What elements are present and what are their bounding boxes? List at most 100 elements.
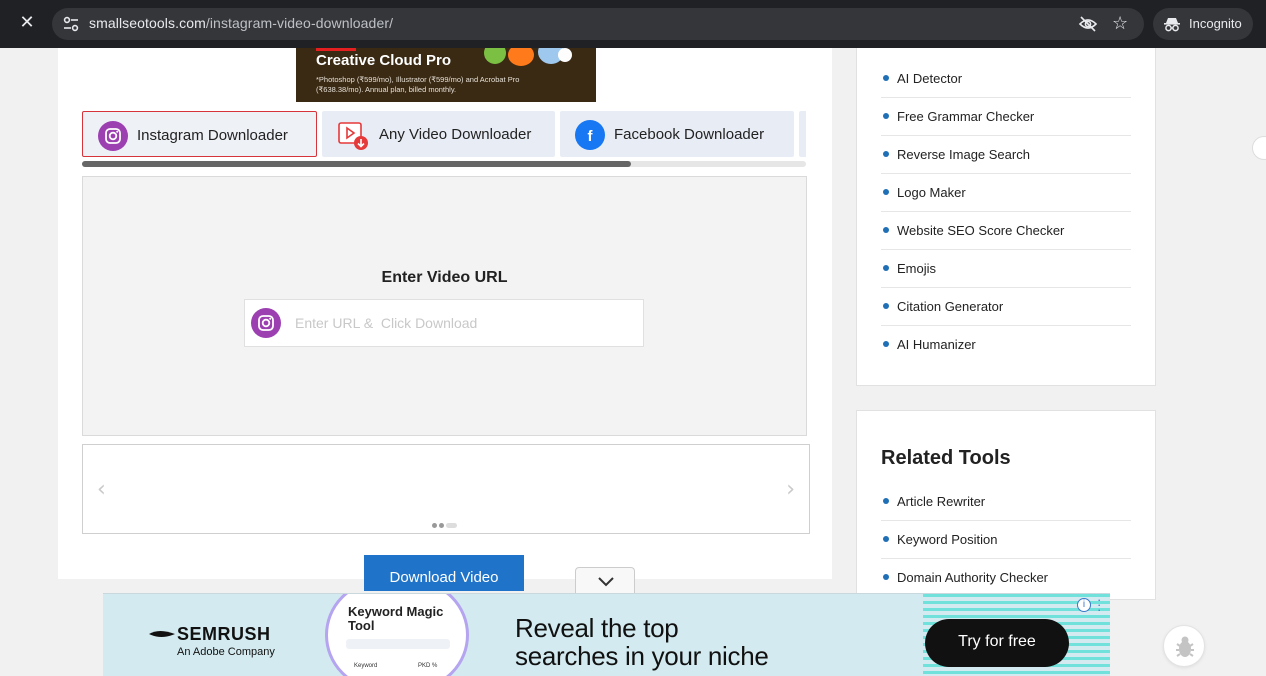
- ad-red-strip: [316, 48, 356, 51]
- sidebar-item-citation-generator[interactable]: Citation Generator: [881, 288, 1131, 326]
- url-domain: smallseotools.com: [89, 15, 206, 31]
- url-path: /instagram-video-downloader/: [205, 15, 394, 31]
- related-item-label: Domain Authority Checker: [897, 570, 1049, 585]
- incognito-label: Incognito: [1189, 16, 1242, 31]
- sidebar-item-label: AI Humanizer: [897, 337, 976, 352]
- chevron-right-icon[interactable]: ›: [786, 477, 795, 502]
- tool-box: Enter Video URL: [82, 176, 807, 436]
- sidebar-item-label: Citation Generator: [897, 299, 1004, 314]
- related-tools-list: Article Rewriter Keyword Position Domain…: [881, 483, 1131, 597]
- related-item-article-rewriter[interactable]: Article Rewriter: [881, 483, 1131, 521]
- side-panel-toggle[interactable]: [1252, 136, 1266, 160]
- sidebar-item-label: Emojis: [897, 261, 937, 276]
- carousel-dot[interactable]: [446, 523, 457, 528]
- product-mockup: Keyword Magic Tool Keyword PKD %: [325, 594, 469, 676]
- ad-carousel: ‹ ›: [82, 444, 810, 534]
- sidebar-item-seo-score-checker[interactable]: Website SEO Score Checker: [881, 212, 1131, 250]
- related-item-label: Keyword Position: [897, 532, 998, 547]
- incognito-icon: [1164, 18, 1180, 32]
- ad-headline-line: Reveal the top: [515, 613, 679, 643]
- mockup-label: PKD %: [418, 663, 438, 669]
- bug-report-button[interactable]: [1163, 625, 1205, 667]
- mockup-input: [346, 639, 450, 649]
- related-tools-card: Related Tools Article Rewriter Keyword P…: [856, 410, 1156, 600]
- svg-text:f: f: [588, 128, 594, 145]
- tab-any-video-downloader[interactable]: Any Video Downloader: [322, 111, 555, 157]
- tab-label: Instagram Downloader: [137, 127, 288, 144]
- mockup-title: Keyword Magic Tool: [348, 604, 444, 633]
- semrush-flame-icon: [149, 631, 175, 637]
- sidebar-item-ai-detector[interactable]: AI Detector: [881, 60, 1131, 98]
- site-settings-icon[interactable]: [62, 15, 80, 33]
- instagram-icon: [251, 308, 281, 338]
- related-item-keyword-position[interactable]: Keyword Position: [881, 521, 1131, 559]
- chevron-left-icon[interactable]: ‹: [97, 477, 106, 502]
- ad-collapse-button[interactable]: [575, 567, 635, 595]
- ad-decoration: [508, 48, 534, 66]
- sidebar-item-ai-humanizer[interactable]: AI Humanizer: [881, 326, 1131, 364]
- tab-label: Facebook Downloader: [614, 126, 765, 143]
- carousel-dots: [432, 523, 459, 529]
- page-content: Creative Cloud Pro *Photoshop (₹599/mo),…: [0, 48, 1266, 676]
- tab-label: Any Video Downloader: [379, 126, 532, 143]
- more-options-icon[interactable]: · · ·: [1097, 594, 1103, 616]
- bullet-icon: [883, 113, 889, 119]
- facebook-icon: f: [575, 120, 605, 150]
- tabs-scrollbar[interactable]: [82, 161, 806, 167]
- bullet-icon: [883, 574, 889, 580]
- sidebar-item-logo-maker[interactable]: Logo Maker: [881, 174, 1131, 212]
- related-item-label: Article Rewriter: [897, 494, 986, 509]
- close-icon[interactable]: ✕: [16, 12, 38, 34]
- bullet-icon: [883, 151, 889, 157]
- bullet-icon: [883, 303, 889, 309]
- ad-decoration: [558, 48, 572, 62]
- tabs-scroll-thumb[interactable]: [82, 161, 631, 167]
- sidebar-item-label: Reverse Image Search: [897, 147, 1030, 162]
- sidebar-item-label: AI Detector: [897, 71, 963, 86]
- sidebar-item-reverse-image-search[interactable]: Reverse Image Search: [881, 136, 1131, 174]
- semrush-ad-banner[interactable]: SEMRUSH An Adobe Company Keyword Magic T…: [103, 593, 1110, 676]
- ad-title: Creative Cloud Pro: [316, 52, 452, 69]
- ad-decoration: [484, 48, 506, 64]
- url-text[interactable]: smallseotools.com/instagram-video-downlo…: [89, 15, 393, 31]
- sidebar-item-emojis[interactable]: Emojis: [881, 250, 1131, 288]
- eye-off-icon[interactable]: [1078, 15, 1098, 33]
- carousel-dot[interactable]: [439, 523, 444, 528]
- try-for-free-button[interactable]: Try for free: [925, 619, 1069, 667]
- tab-instagram-downloader[interactable]: Instagram Downloader: [82, 111, 317, 157]
- incognito-badge[interactable]: Incognito: [1153, 8, 1253, 40]
- info-icon[interactable]: i: [1077, 598, 1091, 612]
- bullet-icon: [883, 341, 889, 347]
- sidebar-item-label: Website SEO Score Checker: [897, 223, 1065, 238]
- url-input-container[interactable]: [244, 299, 644, 347]
- adobe-ad-banner[interactable]: Creative Cloud Pro *Photoshop (₹599/mo),…: [296, 48, 596, 102]
- address-bar[interactable]: smallseotools.com/instagram-video-downlo…: [52, 8, 1144, 40]
- sidebar-tool-list: AI Detector Free Grammar Checker Reverse…: [881, 60, 1131, 364]
- download-video-button[interactable]: Download Video: [364, 555, 524, 591]
- tool-title: Enter Video URL: [381, 269, 508, 286]
- mockup-label: Keyword: [354, 663, 378, 669]
- video-url-input[interactable]: [295, 310, 635, 336]
- sidebar-tools-card: AI Detector Free Grammar Checker Reverse…: [856, 48, 1156, 386]
- tab-overflow[interactable]: [799, 111, 806, 157]
- related-item-domain-authority-checker[interactable]: Domain Authority Checker: [881, 559, 1131, 597]
- ad-headline-line: searches in your niche: [515, 641, 769, 671]
- bug-icon: [1176, 636, 1194, 657]
- instagram-icon: [98, 121, 128, 151]
- bullet-icon: [883, 265, 889, 271]
- carousel-dot[interactable]: [432, 523, 437, 528]
- bullet-icon: [883, 536, 889, 542]
- downloader-tabs: Instagram Downloader Any Video Downloade…: [82, 111, 806, 159]
- sidebar-item-label: Free Grammar Checker: [897, 109, 1035, 124]
- video-download-icon: [337, 120, 368, 150]
- bullet-icon: [883, 189, 889, 195]
- ad-fine-print: *Photoshop (₹599/mo), Illustrator (₹599/…: [316, 75, 520, 94]
- star-icon[interactable]: ☆: [1112, 14, 1132, 34]
- ad-headline: Reveal the top searches in your niche: [515, 614, 769, 670]
- sidebar-item-label: Logo Maker: [897, 185, 966, 200]
- bullet-icon: [883, 75, 889, 81]
- related-tools-title: Related Tools: [881, 447, 1011, 469]
- bullet-icon: [883, 227, 889, 233]
- sidebar-item-grammar-checker[interactable]: Free Grammar Checker: [881, 98, 1131, 136]
- tab-facebook-downloader[interactable]: f Facebook Downloader: [560, 111, 794, 157]
